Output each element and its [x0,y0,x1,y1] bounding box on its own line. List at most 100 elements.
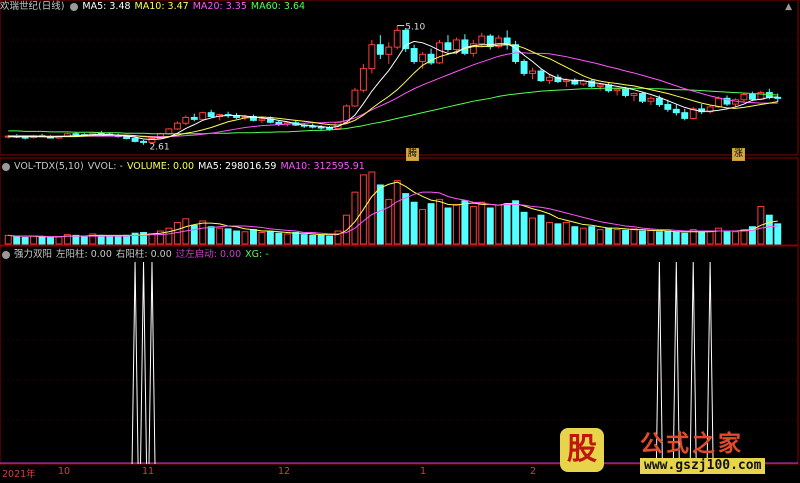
date-label-2: 2 [530,466,537,477]
ma20-line [8,52,778,138]
volume-bar [444,207,452,245]
candle-body [613,88,621,92]
candle-body [672,108,680,114]
indicator-header: 强力双阳 左阳柱: 0.00 右阳柱: 0.00 过左启动: 0.00 XG: - [0,248,273,261]
volume-bar [47,237,54,245]
date-label-1: 1 [420,466,427,477]
ma60-line [8,87,778,135]
candle-body [537,70,545,82]
volume-bar [537,214,545,245]
volume-bar [732,231,739,245]
volume-bar [402,193,410,245]
volume-bar [266,231,274,245]
volume-bar [343,214,350,245]
candle-body [520,60,528,74]
settings-circle-icon[interactable] [70,2,79,11]
logo-url: www.gszj100.com [640,458,766,474]
signal-spike [131,261,139,465]
volume-bar [148,233,156,245]
date-label-year: 2021年 [2,469,36,480]
date-label-12: 12 [278,466,291,477]
guozuo-label: 过左启动: 0.00 [175,249,242,260]
candle-body [478,35,486,45]
candle-body [452,39,460,50]
volume-bar [233,230,241,245]
candle-body [258,118,266,121]
volume-bar [326,235,334,245]
ind-title[interactable]: 强力双阳 [14,249,52,260]
volume-bar [655,231,663,245]
candle-body [326,127,334,130]
collapse-icon-wrap[interactable]: ▲ [785,0,796,13]
ma60-label: MA60: 3.64 [250,1,306,12]
volume-bar [765,214,773,245]
candle-body [681,112,689,119]
volume-bar [461,200,469,245]
volume-bar [503,203,511,245]
chevron-up-icon[interactable]: ▲ [785,2,792,12]
candle-body [393,29,401,48]
volume-bar [376,184,384,245]
candle-body [385,46,393,55]
candle-body [748,93,756,100]
date-label-10: 10 [58,466,71,477]
settings-circle-icon[interactable] [2,250,10,259]
xg-label: XG: - [245,249,269,260]
volume-bar [123,234,131,245]
volume-bar [216,227,224,245]
volume-bar [275,232,283,245]
volume-bar [38,236,46,245]
ma10-line [8,44,778,139]
right-bar-label: 右阳柱: 0.00 [115,249,172,260]
ma5-label: MA5: 3.48 [82,1,131,12]
candle-body [131,138,139,142]
panel-frame-0 [0,0,799,156]
vol-ma10-label: MA10: 312595.91 [280,161,365,172]
volume-bar [334,230,342,245]
volume-bar [419,208,427,245]
volume-bar [300,234,308,245]
volume-bar [317,234,325,245]
volume-bar [562,221,570,245]
volume-bar [740,229,748,245]
chart-stage[interactable]: 5.10 2.61 [0,0,800,480]
candle-body [419,53,427,62]
volume-bar [605,227,613,245]
vol-ma5-line [8,181,778,238]
volume-bar [529,217,536,245]
candle-body [655,97,663,106]
date-label-11: 11 [142,466,155,477]
volume-bar [469,206,477,245]
volume-bar [292,231,300,245]
main-header: 欢瑞世纪(日线) MA5: 3.48 MA10: 3.47 MA20: 3.35 MA6… [0,0,309,13]
volume-bar [114,236,122,245]
volume-bar [368,171,376,245]
volume-bar [393,180,401,245]
volume-bar [520,211,528,245]
event-tag-1[interactable]: 腾 [406,148,420,161]
volume-bar [436,198,443,245]
settings-circle-icon[interactable] [2,162,10,171]
volume-bar [165,227,173,245]
volume-bar [309,234,317,245]
logo-title: 公式之家 [640,430,744,457]
volume-bar [588,226,596,245]
candle-body [639,93,646,102]
volume-bar [554,223,562,245]
logo-glyph: 股 [560,428,604,472]
volume-label: VOLUME: 0.00 [126,161,195,172]
main-title[interactable]: 欢瑞世纪(日线) [0,1,64,12]
vol-title[interactable]: VOL-TDX(5,10) [14,161,84,172]
ma5-line [8,40,778,140]
event-tag-2[interactable]: 涨 [732,148,746,161]
volume-bar [30,235,38,245]
chart-canvas: 5.10 2.61 [0,0,799,465]
candle-body [774,96,782,99]
vvol-label: VVOL: - [87,161,123,172]
volume-bar [258,231,266,245]
candle-body [664,104,672,110]
volume-bar [106,235,114,245]
volume-bar [486,207,494,245]
candle-body [21,136,29,139]
volume-bar [199,220,207,245]
